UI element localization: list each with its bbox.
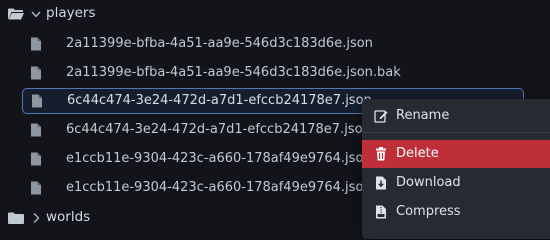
file-name: e1ccb11e-9304-423c-a660-178af49e9764.jso… xyxy=(66,180,385,195)
menu-item-rename[interactable]: Rename xyxy=(362,102,550,130)
compress-icon xyxy=(376,205,386,219)
file-name: 2a11399e-bfba-4a51-aa9e-546d3c183d6e.jso… xyxy=(66,65,401,80)
file-icon xyxy=(31,37,41,51)
menu-label-download: Download xyxy=(396,175,461,190)
menu-label-compress: Compress xyxy=(396,204,461,219)
folder-worlds[interactable]: worlds xyxy=(0,207,300,231)
menu-label-rename: Rename xyxy=(396,108,450,123)
menu-label-delete: Delete xyxy=(396,146,439,161)
context-menu: Rename Delete Download Compress xyxy=(362,99,550,239)
folder-icon xyxy=(8,212,24,224)
menu-item-compress[interactable]: Compress xyxy=(362,198,550,226)
file-row[interactable]: 2a11399e-bfba-4a51-aa9e-546d3c183d6e.jso… xyxy=(22,31,524,57)
folder-label-players: players xyxy=(46,5,96,21)
file-name: 6c44c474-3e24-472d-a7d1-efccb24178e7.jso… xyxy=(66,122,384,137)
folder-players[interactable]: players xyxy=(0,3,300,27)
menu-item-download[interactable]: Download xyxy=(362,169,550,197)
file-icon xyxy=(31,152,41,166)
menu-divider xyxy=(362,132,550,133)
folder-open-icon xyxy=(8,8,24,20)
file-row[interactable]: 2a11399e-bfba-4a51-aa9e-546d3c183d6e.jso… xyxy=(22,60,524,86)
file-icon xyxy=(32,94,42,108)
menu-item-delete[interactable]: Delete xyxy=(362,140,550,168)
file-icon xyxy=(31,181,41,195)
download-icon xyxy=(376,176,386,190)
file-icon xyxy=(31,123,41,137)
trash-icon xyxy=(376,147,386,161)
rename-icon xyxy=(374,110,388,123)
file-name: e1ccb11e-9304-423c-a660-178af49e9764.jso… xyxy=(66,151,372,166)
file-name: 6c44c474-3e24-472d-a7d1-efccb24178e7.jso… xyxy=(67,93,372,108)
chevron-down-icon[interactable] xyxy=(30,7,42,21)
folder-label-worlds: worlds xyxy=(46,209,91,225)
chevron-right-icon[interactable] xyxy=(30,211,42,225)
file-icon xyxy=(31,66,41,80)
file-name: 2a11399e-bfba-4a51-aa9e-546d3c183d6e.jso… xyxy=(66,36,373,51)
